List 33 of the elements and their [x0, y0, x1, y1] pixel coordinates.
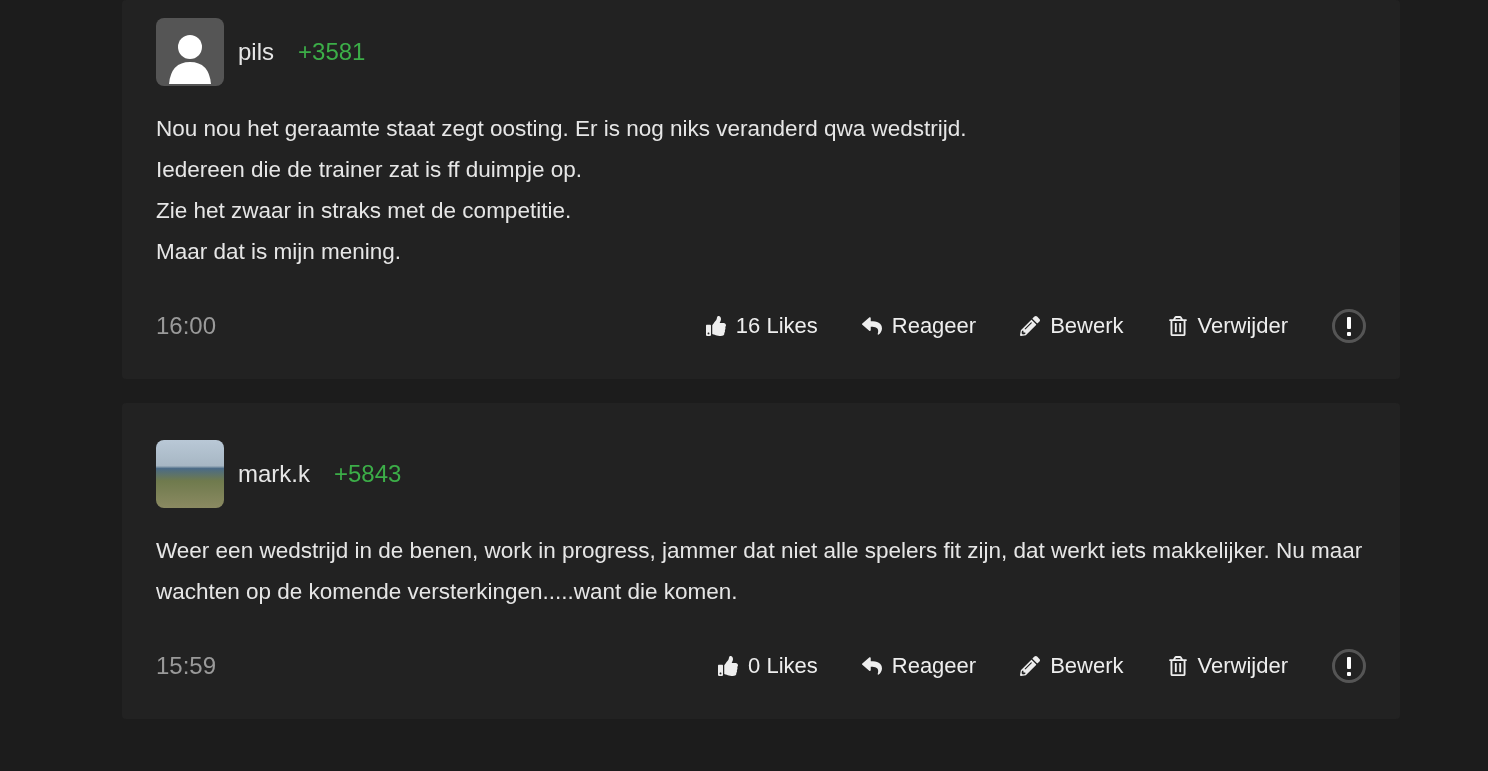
exclamation-icon [1332, 649, 1366, 683]
comment-text: Maar dat is mijn mening. [156, 238, 403, 266]
reply-icon [861, 316, 882, 336]
exclamation-icon [1332, 309, 1366, 343]
username: mark.k [238, 460, 310, 488]
timestamp: 15:59 [156, 652, 218, 680]
comment-text: Nou nou het geraamte staat zegt oosting. Er is nog niks veranderd qwa wedstrijd. [156, 115, 968, 143]
comment-text: Weer een wedstrijd in de benen, work in progress, jammer dat niet alle spelers fit zijn, dat werkt iets makkelijker. Nu maar wachten op de komende versterkingen.....want die komen. [156, 537, 1364, 606]
comment-text: Zie het zwaar in straks met de competitie. [156, 197, 573, 225]
edit-button[interactable]: Bewerk [1020, 313, 1124, 339]
photo-placeholder [156, 440, 224, 508]
delete-button[interactable]: Verwijder [1167, 313, 1288, 339]
delete-button[interactable]: Verwijder [1167, 653, 1288, 679]
user-score: +3581 [298, 38, 366, 66]
thumbs-up-icon [705, 316, 726, 336]
edit-button[interactable]: Bewerk [1020, 653, 1124, 679]
trash-icon [1167, 656, 1188, 676]
reply-icon [861, 656, 882, 676]
pencil-icon [1020, 316, 1041, 336]
username: pils [238, 38, 274, 66]
trash-icon [1167, 316, 1188, 336]
comment-text: Iedereen die de trainer zat is ff duimpje op. [156, 156, 584, 184]
reply-button[interactable]: Reageer [861, 653, 977, 679]
reply-button[interactable]: Reageer [861, 313, 977, 339]
like-button[interactable]: 0 Likes [718, 653, 818, 679]
person-icon [167, 32, 213, 86]
thumbs-up-icon [718, 656, 739, 676]
pencil-icon [1020, 656, 1041, 676]
timestamp: 16:00 [156, 312, 218, 340]
user-score: +5843 [334, 460, 402, 488]
report-button[interactable] [1332, 649, 1366, 683]
report-button[interactable] [1332, 309, 1366, 343]
like-button[interactable]: 16 Likes [705, 313, 818, 339]
